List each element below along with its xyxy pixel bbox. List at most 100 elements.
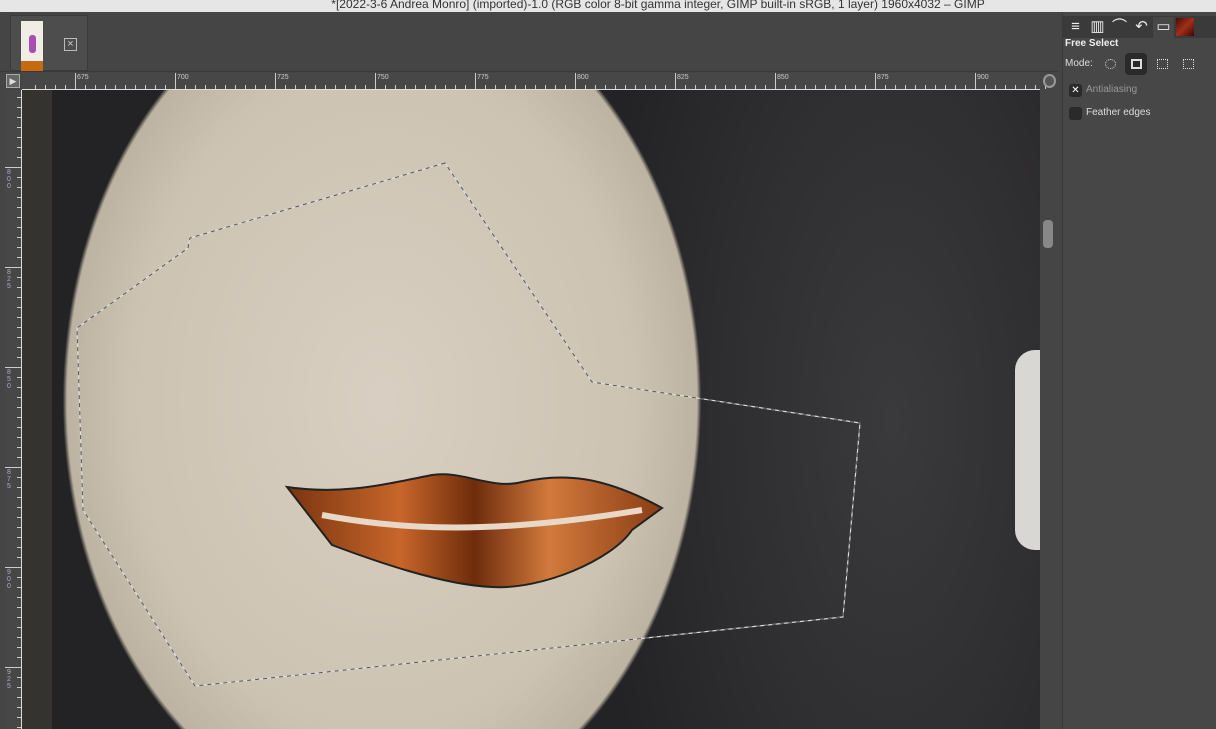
image-canvas[interactable] (22, 90, 1040, 729)
ruler-label: 750 (377, 74, 389, 81)
antialiasing-checkbox[interactable]: ✕ (1069, 84, 1082, 97)
ruler-tick (225, 85, 226, 89)
ruler-tick (755, 85, 756, 89)
tool-options-icon[interactable]: ▭ (1153, 17, 1174, 38)
paths-icon[interactable]: ⌒ (1109, 17, 1130, 38)
ruler-tick (17, 457, 21, 458)
undo-icon[interactable]: ↶ (1131, 17, 1152, 38)
ruler-tick (5, 267, 21, 268)
menu-arrow-button[interactable]: ▶ (6, 74, 20, 88)
ruler-tick (17, 327, 21, 328)
ruler-tick (17, 197, 21, 198)
ruler-tick (17, 527, 21, 528)
ruler-tick (85, 85, 86, 89)
ruler-tick (5, 167, 21, 168)
ruler-tick (145, 85, 146, 89)
vertical-ruler[interactable]: 800 825 850 875 900 925 (5, 90, 22, 729)
ruler-tick (17, 507, 21, 508)
ruler-tick (405, 85, 406, 89)
ruler-tick (17, 597, 21, 598)
ruler-tick (17, 447, 21, 448)
zoom-toggle-button[interactable] (1043, 74, 1056, 88)
ruler-tick (215, 85, 216, 89)
ruler-label: 875 (877, 74, 889, 81)
ruler-tick (5, 567, 21, 568)
ruler-tick (17, 537, 21, 538)
ruler-tick (275, 73, 276, 89)
mode-intersect-button[interactable] (1177, 53, 1199, 75)
ruler-tick (17, 357, 21, 358)
close-icon[interactable]: × (64, 38, 77, 51)
feather-edges-checkbox[interactable] (1069, 107, 1082, 120)
ruler-tick (175, 73, 176, 89)
ruler-tick (355, 85, 356, 89)
ruler-tick (255, 85, 256, 89)
ruler-tick (965, 85, 966, 89)
ruler-tick (335, 85, 336, 89)
ruler-tick (17, 217, 21, 218)
ruler-tick (17, 307, 21, 308)
image-tabs: × (0, 12, 1058, 72)
ruler-tick (17, 317, 21, 318)
ruler-tick (625, 85, 626, 89)
ruler-tick (295, 85, 296, 89)
ruler-tick (485, 85, 486, 89)
ruler-tick (945, 85, 946, 89)
ruler-tick (785, 85, 786, 89)
ruler-tick (17, 687, 21, 688)
channels-icon[interactable]: ▥ (1087, 17, 1108, 38)
ruler-tick (1005, 85, 1006, 89)
ruler-tick (17, 377, 21, 378)
ruler-tick (915, 85, 916, 89)
ruler-tick (425, 85, 426, 89)
ruler-tick (17, 587, 21, 588)
ruler-tick (17, 717, 21, 718)
ruler-tick (135, 85, 136, 89)
ruler-tick (195, 85, 196, 89)
ruler-tick (765, 85, 766, 89)
ruler-tick (17, 227, 21, 228)
ruler-tick (455, 85, 456, 89)
image-tab[interactable]: × (10, 15, 88, 71)
ruler-tick (985, 85, 986, 89)
layers-icon[interactable]: ≡ (1065, 17, 1086, 38)
ruler-tick (35, 85, 36, 89)
mode-replace-button[interactable] (1099, 53, 1121, 75)
window-title: *[2022-3-6 Andrea Monro] (imported)-1.0 … (0, 0, 1216, 12)
ruler-tick (17, 397, 21, 398)
ruler-tick (245, 85, 246, 89)
scrollbar-thumb[interactable] (1043, 220, 1053, 248)
dock-tabs: ≡ ▥ ⌒ ↶ ▭ (1063, 16, 1216, 38)
ruler-tick (75, 73, 76, 89)
ruler-tick (995, 85, 996, 89)
ruler-label: 775 (477, 74, 489, 81)
ruler-tick (925, 85, 926, 89)
tool-name: Free Select (1065, 38, 1119, 49)
mode-add-button[interactable] (1125, 53, 1147, 75)
vertical-scrollbar[interactable] (1040, 90, 1056, 729)
ruler-tick (17, 157, 21, 158)
ruler-tick (17, 637, 21, 638)
ruler-tick (575, 73, 576, 89)
ruler-tick (615, 85, 616, 89)
ruler-tick (17, 417, 21, 418)
ruler-tick (855, 85, 856, 89)
ruler-tick (465, 85, 466, 89)
horizontal-ruler[interactable]: 675 700 725 750 775 800 825 850 875 900 (22, 73, 1046, 90)
ruler-tick (17, 107, 21, 108)
ruler-tick (17, 647, 21, 648)
mode-subtract-button[interactable] (1151, 53, 1173, 75)
ruler-tick (45, 85, 46, 89)
ruler-tick (365, 85, 366, 89)
ruler-tick (645, 85, 646, 89)
ruler-tick (17, 497, 21, 498)
ruler-tick (17, 697, 21, 698)
ruler-tick (165, 85, 166, 89)
ruler-tick (745, 85, 746, 89)
ruler-tick (955, 85, 956, 89)
brush-icon[interactable] (1176, 18, 1194, 36)
ruler-tick (17, 297, 21, 298)
ruler-tick (735, 85, 736, 89)
ruler-tick (17, 277, 21, 278)
ruler-tick (17, 187, 21, 188)
